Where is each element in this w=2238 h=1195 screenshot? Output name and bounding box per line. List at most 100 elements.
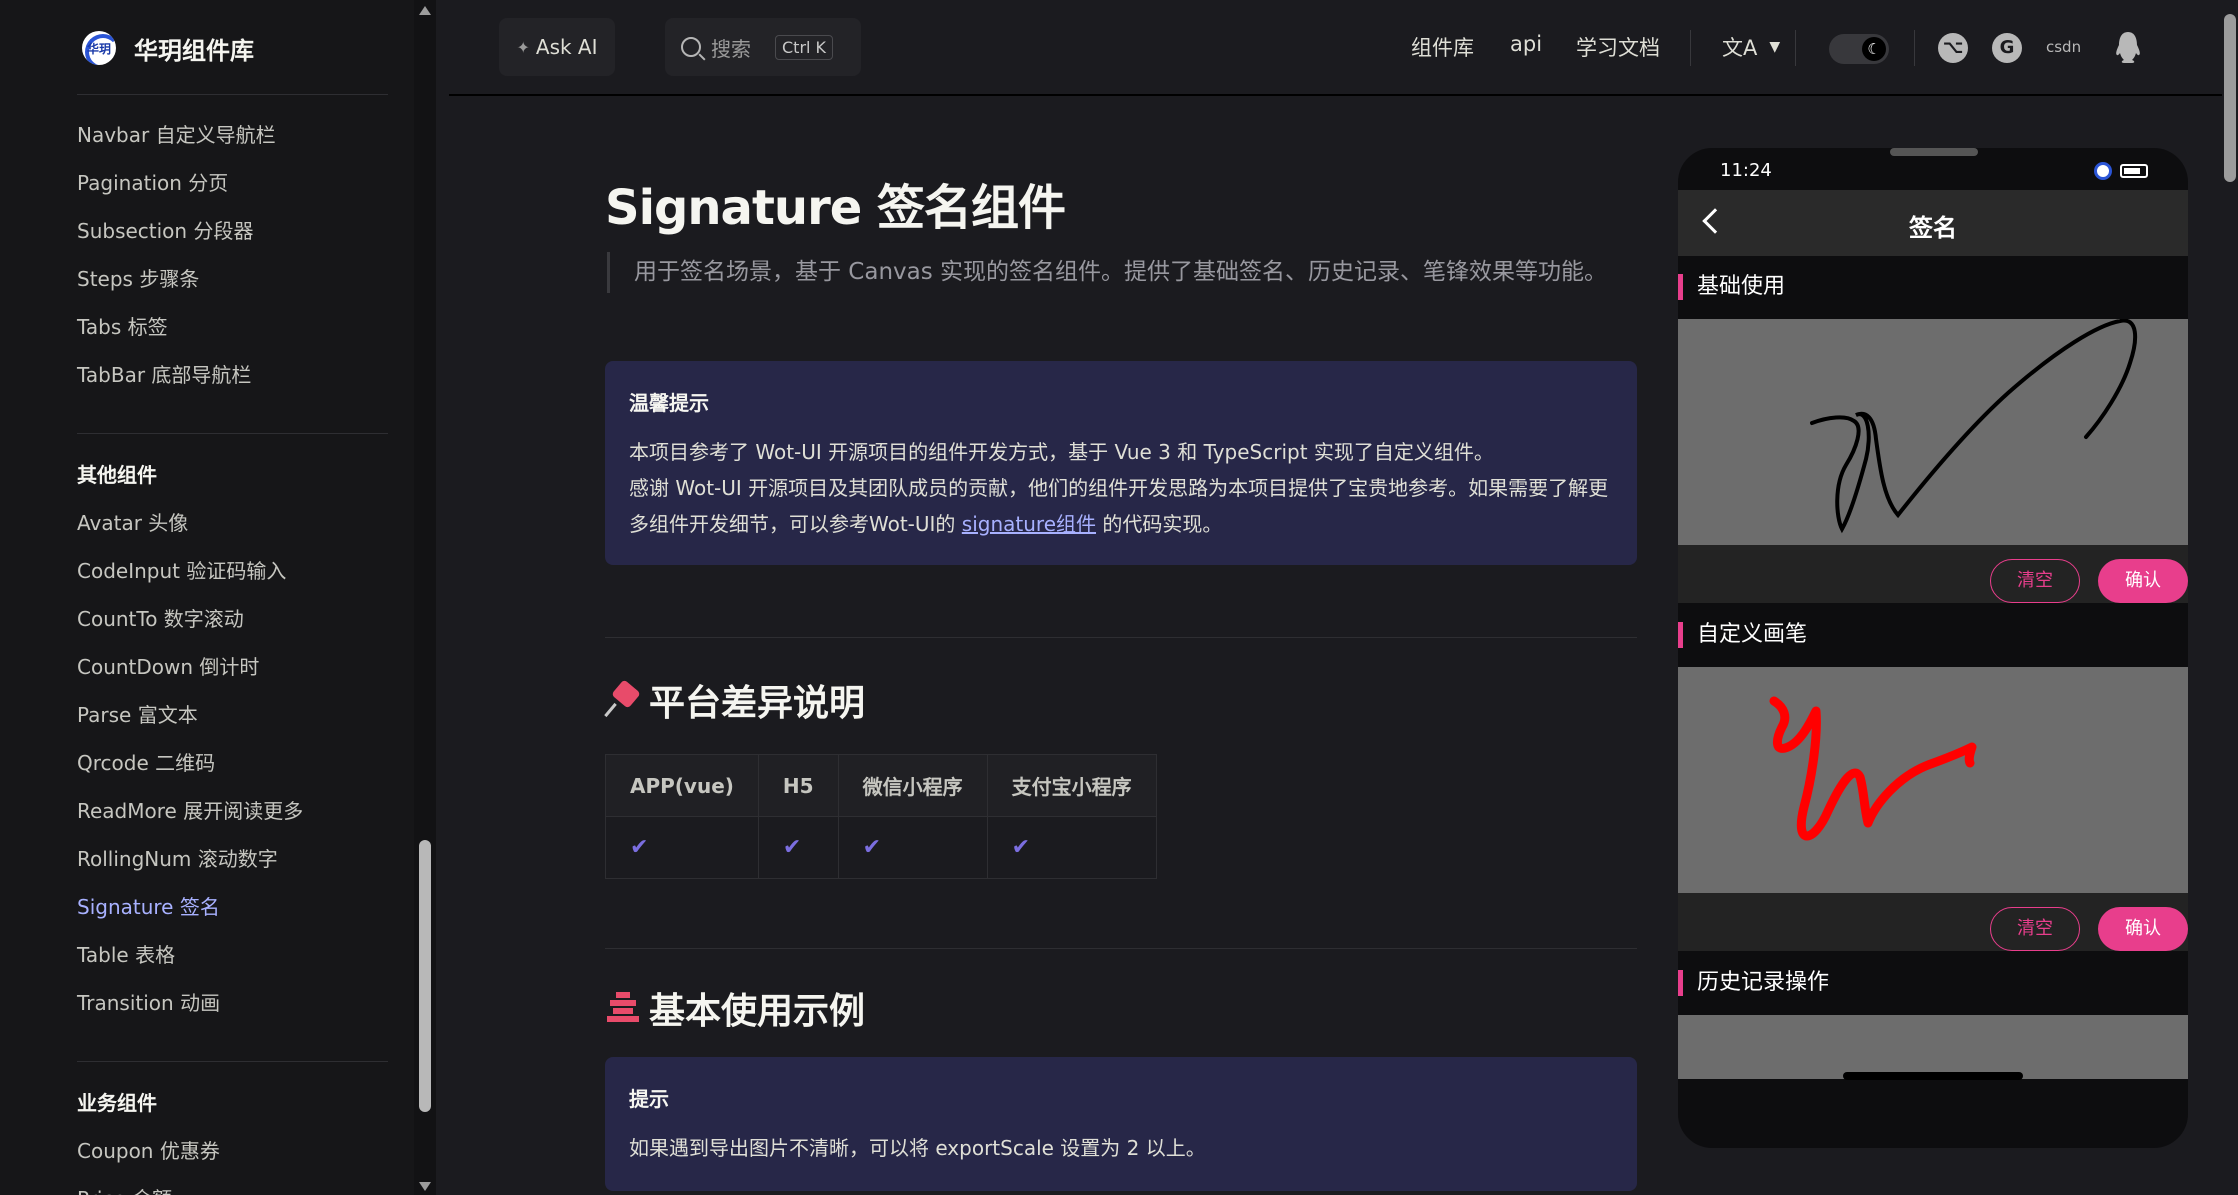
section-heading-platform: 平台差异说明 bbox=[605, 674, 865, 726]
divider bbox=[605, 637, 1637, 638]
phone-preview: 11:24 签名 基础使用 清空 确认 自定义画笔 清空 确认 历史记录操作 bbox=[1678, 148, 2188, 1148]
scrollbar-thumb[interactable] bbox=[2224, 14, 2236, 182]
divider bbox=[605, 948, 1637, 949]
status-time: 11:24 bbox=[1720, 160, 1772, 181]
confirm-button[interactable]: 确认 bbox=[2098, 907, 2188, 951]
page-title: Signature 签名组件 bbox=[605, 180, 1066, 236]
table-header-cell: 支付宝小程序 bbox=[986, 754, 1157, 817]
page-scrollbar[interactable] bbox=[2222, 0, 2238, 1195]
sidebar-group-other: 其他组件 bbox=[77, 463, 157, 487]
button-row: 清空 确认 bbox=[1678, 893, 2188, 951]
phone-title: 签名 bbox=[1909, 214, 1957, 242]
confirm-button[interactable]: 确认 bbox=[2098, 559, 2188, 603]
csdn-link[interactable]: csdn bbox=[2046, 38, 2081, 56]
table-header-cell: H5 bbox=[757, 754, 839, 817]
sidebar-item-readmore[interactable]: ReadMore 展开阅读更多 bbox=[77, 795, 303, 824]
tip-box: 提示 如果遇到导出图片不清晰，可以将 exportScale 设置为 2 以上。 bbox=[605, 1057, 1637, 1191]
divider bbox=[77, 1061, 388, 1062]
signature-canvas[interactable] bbox=[1678, 318, 2188, 545]
translate-icon: 文A bbox=[1722, 36, 1758, 60]
pin-icon bbox=[605, 682, 641, 718]
signature-stroke bbox=[1769, 696, 1977, 841]
brand[interactable]: 华玥 华玥组件库 bbox=[82, 30, 254, 66]
sidebar-item-price[interactable]: Price 金额 bbox=[77, 1183, 172, 1195]
table-row: ✔ ✔ ✔ ✔ bbox=[605, 816, 1157, 879]
nav-link-docs[interactable]: 学习文档 bbox=[1576, 32, 1660, 62]
sidebar-item-countto[interactable]: CountTo 数字滚动 bbox=[77, 603, 244, 632]
divider bbox=[1690, 30, 1691, 66]
scrollbar-thumb[interactable] bbox=[419, 840, 431, 1112]
sidebar-item-coupon[interactable]: Coupon 优惠券 bbox=[77, 1135, 220, 1164]
demo-title-custom-pen: 自定义画笔 bbox=[1678, 622, 1807, 648]
platform-table: APP(vue) H5 微信小程序 支付宝小程序 ✔ ✔ ✔ ✔ bbox=[605, 754, 1157, 879]
sidebar-item-qrcode[interactable]: Qrcode 二维码 bbox=[77, 747, 215, 776]
divider bbox=[77, 94, 388, 95]
top-navbar: ✦ Ask AI 搜索 Ctrl K 组件库 api 学习文档 文A ▼ ☾ ⌥… bbox=[449, 0, 2222, 96]
nav-link-api[interactable]: api bbox=[1510, 32, 1542, 56]
tip-text: 本项目参考了 Wot-UI 开源项目的组件开发方式，基于 Vue 3 和 Typ… bbox=[629, 440, 1494, 464]
tip-text: 感谢 Wot-UI 开源项目及其团队成员的贡献，他们的组件开发思路为本项目提供了… bbox=[629, 476, 1609, 536]
sidebar-item-signature[interactable]: Signature 签名 bbox=[77, 891, 220, 920]
clear-button[interactable]: 清空 bbox=[1990, 559, 2080, 603]
sidebar-item-navbar[interactable]: Navbar 自定义导航栏 bbox=[77, 119, 276, 148]
check-icon: ✔ bbox=[757, 816, 839, 879]
check-icon: ✔ bbox=[605, 816, 759, 879]
phone-home-indicator bbox=[1843, 1072, 2023, 1080]
sparkle-icon: ✦ bbox=[516, 37, 530, 57]
tip-text: 如果遇到导出图片不清晰，可以将 exportScale 设置为 2 以上。 bbox=[629, 1136, 1206, 1160]
moon-icon: ☾ bbox=[1862, 37, 1886, 61]
ask-ai-button[interactable]: ✦ Ask AI bbox=[499, 18, 615, 76]
language-switcher[interactable]: 文A ▼ bbox=[1722, 32, 1780, 62]
search-button[interactable]: 搜索 Ctrl K bbox=[665, 18, 861, 76]
sidebar-item-transition[interactable]: Transition 动画 bbox=[77, 987, 220, 1016]
sidebar-item-pagination[interactable]: Pagination 分页 bbox=[77, 167, 228, 196]
tip-box: 温馨提示 本项目参考了 Wot-UI 开源项目的组件开发方式，基于 Vue 3 … bbox=[605, 361, 1637, 565]
status-icons bbox=[2094, 162, 2148, 180]
demo-title-basic: 基础使用 bbox=[1678, 274, 1785, 300]
brand-logo: 华玥 bbox=[82, 31, 116, 65]
battery-icon bbox=[2120, 164, 2148, 178]
sidebar-item-tabs[interactable]: Tabs 标签 bbox=[77, 311, 168, 340]
page-lead: 用于签名场景，基于 Canvas 实现的签名组件。提供了基础签名、历史记录、笔锋… bbox=[607, 252, 1637, 293]
scroll-up-arrow-icon[interactable] bbox=[419, 6, 431, 15]
sidebar: 华玥 华玥组件库 Navbar 自定义导航栏 Pagination 分页 Sub… bbox=[0, 0, 414, 1195]
sidebar-item-codeinput[interactable]: CodeInput 验证码输入 bbox=[77, 555, 286, 584]
sidebar-item-countdown[interactable]: CountDown 倒计时 bbox=[77, 651, 259, 680]
chevron-down-icon: ▼ bbox=[1769, 39, 1781, 55]
gitee-icon[interactable]: G bbox=[1992, 33, 2022, 63]
phone-navbar: 签名 bbox=[1678, 190, 2188, 256]
search-shortcut-key: Ctrl K bbox=[775, 34, 834, 60]
brand-name: 华玥组件库 bbox=[134, 36, 254, 65]
qq-icon[interactable] bbox=[2115, 30, 2141, 64]
sidebar-item-rollingnum[interactable]: RollingNum 滚动数字 bbox=[77, 843, 278, 872]
table-header-cell: 微信小程序 bbox=[837, 754, 988, 817]
signature-doc-link[interactable]: signature组件 bbox=[962, 512, 1096, 536]
app-logo-icon bbox=[2094, 162, 2112, 180]
github-icon[interactable]: ⌥ bbox=[1938, 33, 1968, 63]
signature-canvas[interactable] bbox=[1678, 667, 2188, 893]
divider bbox=[1914, 30, 1915, 66]
table-header-row: APP(vue) H5 微信小程序 支付宝小程序 bbox=[605, 754, 1157, 817]
scroll-down-arrow-icon[interactable] bbox=[419, 1182, 431, 1191]
sidebar-item-steps[interactable]: Steps 步骤条 bbox=[77, 263, 199, 292]
phone-notch bbox=[1890, 148, 1978, 156]
search-placeholder: 搜索 bbox=[711, 36, 751, 61]
sidebar-group-business: 业务组件 bbox=[77, 1091, 157, 1115]
search-icon bbox=[681, 37, 701, 57]
table-header-cell: APP(vue) bbox=[605, 754, 759, 817]
nav-link-components[interactable]: 组件库 bbox=[1411, 32, 1474, 62]
clear-button[interactable]: 清空 bbox=[1990, 907, 2080, 951]
main-content: Signature 签名组件 用于签名场景，基于 Canvas 实现的签名组件。… bbox=[605, 96, 1637, 1195]
tip-title: 提示 bbox=[629, 1087, 669, 1111]
dark-mode-toggle[interactable]: ☾ bbox=[1829, 34, 1889, 64]
sidebar-item-subsection[interactable]: Subsection 分段器 bbox=[77, 215, 253, 244]
divider bbox=[1795, 30, 1796, 66]
signature-canvas[interactable] bbox=[1678, 1015, 2188, 1079]
sidebar-scrollbar[interactable] bbox=[414, 0, 436, 1195]
button-row: 清空 确认 bbox=[1678, 545, 2188, 603]
sidebar-item-parse[interactable]: Parse 富文本 bbox=[77, 699, 198, 728]
sidebar-item-tabbar[interactable]: TabBar 底部导航栏 bbox=[77, 359, 251, 388]
sidebar-item-table[interactable]: Table 表格 bbox=[77, 939, 175, 968]
check-icon: ✔ bbox=[986, 816, 1157, 879]
sidebar-item-avatar[interactable]: Avatar 头像 bbox=[77, 507, 188, 536]
